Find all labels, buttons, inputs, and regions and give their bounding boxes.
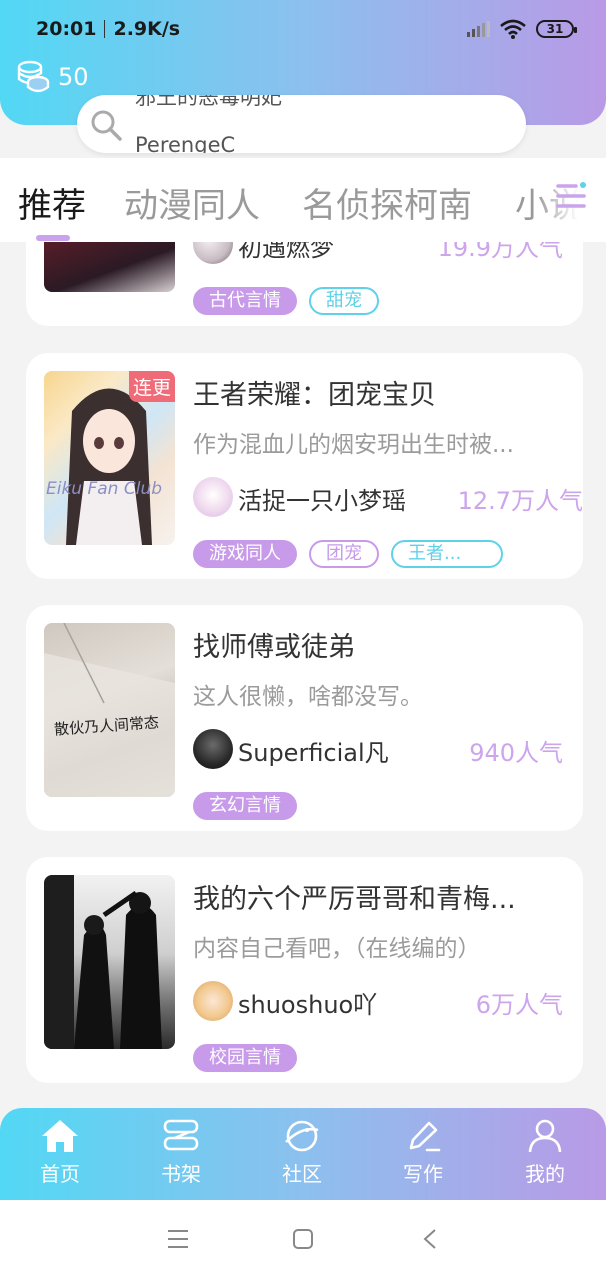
nav-profile[interactable]: 我的 bbox=[505, 1118, 585, 1187]
nav-label: 社区 bbox=[282, 1162, 322, 1186]
book-cover[interactable]: Eiku Fan Club 连更 bbox=[44, 371, 175, 545]
status-bar: 20:01 2.9K/s 31 bbox=[0, 0, 606, 58]
book-title[interactable]: 王者荣耀：团宠宝贝 bbox=[193, 373, 436, 412]
active-tab-indicator bbox=[36, 235, 70, 241]
popularity: 19.9万人气 bbox=[437, 242, 563, 262]
coin-balance[interactable]: 50 bbox=[16, 60, 89, 94]
search-icon bbox=[91, 110, 122, 141]
book-list: 初遇燃梦 19.9万人气 古代言情 甜宠 Eiku Fan Club 连更 王者… bbox=[0, 242, 606, 1106]
home-square-icon[interactable] bbox=[292, 1228, 314, 1250]
nav-label: 书架 bbox=[161, 1162, 201, 1186]
bottom-navigation: 首页 书架 社区 写作 我的 bbox=[0, 1108, 606, 1200]
tab-anime-fanfic[interactable]: 动漫同人 bbox=[124, 178, 260, 227]
status-speed: 2.9K/s bbox=[113, 18, 181, 40]
book-cover[interactable] bbox=[44, 875, 175, 1049]
author-name[interactable]: Superficial凡 bbox=[238, 733, 389, 768]
back-icon[interactable] bbox=[422, 1228, 438, 1250]
author-row: 活捉一只小梦瑶 12.7万人气 bbox=[193, 477, 583, 517]
tag-list: 玄幻言情 bbox=[193, 792, 297, 820]
signal-icon bbox=[467, 21, 490, 37]
tag[interactable]: 王者... bbox=[391, 540, 503, 568]
wifi-icon bbox=[500, 19, 526, 39]
popularity: 940人气 bbox=[469, 739, 563, 767]
popularity: 6万人气 bbox=[475, 991, 563, 1019]
coin-stack-icon bbox=[17, 60, 50, 93]
book-cover[interactable]: 散伙乃人间常态 bbox=[44, 623, 175, 797]
home-icon bbox=[42, 1120, 78, 1152]
author-row: Superficial凡 940人气 bbox=[193, 729, 563, 769]
search-hint-scroll-2: PerengeC bbox=[135, 133, 236, 153]
tag[interactable]: 古代言情 bbox=[193, 287, 297, 315]
nav-community[interactable]: 社区 bbox=[262, 1118, 342, 1187]
book-card[interactable]: 散伙乃人间常态 找师傅或徒弟 这人很懒，啥都没写。 Superficial凡 9… bbox=[26, 605, 583, 831]
category-tabs: 推荐 动漫同人 名侦探柯南 小说 bbox=[0, 158, 606, 242]
status-time: 20:01 bbox=[36, 18, 97, 40]
book-card[interactable]: 我的六个严厉哥哥和青梅... 内容自己看吧，（在线编的） shuoshuo吖 6… bbox=[26, 857, 583, 1083]
battery-level: 31 bbox=[546, 22, 564, 36]
nav-bookshelf[interactable]: 书架 bbox=[141, 1118, 221, 1187]
tag-list: 校园言情 bbox=[193, 1044, 297, 1072]
nav-label: 写作 bbox=[403, 1162, 443, 1186]
cover-illustration bbox=[44, 875, 162, 1049]
book-description: 这人很懒，啥都没写。 bbox=[193, 684, 423, 710]
update-badge: 连更 bbox=[128, 371, 175, 402]
cover-illustration bbox=[44, 623, 175, 797]
book-description: 内容自己看吧，（在线编的） bbox=[193, 936, 481, 962]
author-row: 初遇燃梦 19.9万人气 bbox=[193, 242, 563, 264]
nav-label: 我的 bbox=[525, 1162, 565, 1186]
bookshelf-icon bbox=[163, 1119, 199, 1151]
search-bar[interactable]: 邪王的恶毒明妃 PerengeC bbox=[77, 95, 526, 153]
author-avatar[interactable] bbox=[193, 981, 233, 1021]
author-name[interactable]: 活捉一只小梦瑶 bbox=[238, 481, 406, 516]
author-avatar[interactable] bbox=[193, 242, 233, 264]
book-title[interactable]: 我的六个严厉哥哥和青梅... bbox=[193, 877, 516, 916]
nav-write[interactable]: 写作 bbox=[383, 1118, 463, 1187]
tag[interactable]: 游戏同人 bbox=[193, 540, 297, 568]
tag[interactable]: 校园言情 bbox=[193, 1044, 297, 1072]
menu-icon[interactable] bbox=[166, 1228, 190, 1250]
tab-menu-icon[interactable] bbox=[556, 180, 588, 214]
book-card[interactable]: Eiku Fan Club 连更 王者荣耀：团宠宝贝 作为混血儿的烟安玥出生时被… bbox=[26, 353, 583, 579]
tab-detective-conan[interactable]: 名侦探柯南 bbox=[302, 178, 472, 227]
tag-list: 游戏同人 团宠 王者... bbox=[193, 540, 503, 568]
tag[interactable]: 玄幻言情 bbox=[193, 792, 297, 820]
search-hint-scroll-1: 邪王的恶毒明妃 bbox=[135, 95, 282, 109]
book-description: 作为混血儿的烟安玥出生时被... bbox=[193, 432, 514, 458]
cover-text: Eiku Fan Club bbox=[46, 479, 163, 499]
system-navigation-bar bbox=[0, 1200, 606, 1280]
author-name[interactable]: 初遇燃梦 bbox=[238, 242, 334, 263]
user-icon bbox=[528, 1119, 562, 1153]
tab-recommend[interactable]: 推荐 bbox=[18, 178, 86, 227]
author-avatar[interactable] bbox=[193, 729, 233, 769]
popularity: 12.7万人气 bbox=[457, 487, 583, 515]
book-cover[interactable] bbox=[44, 242, 175, 292]
pen-icon bbox=[409, 1121, 441, 1152]
battery-icon: 31 bbox=[536, 20, 577, 38]
coin-count: 50 bbox=[58, 63, 89, 91]
tag[interactable]: 甜宠 bbox=[309, 287, 379, 315]
author-name[interactable]: shuoshuo吖 bbox=[238, 985, 377, 1020]
tag[interactable]: 团宠 bbox=[309, 540, 379, 568]
planet-icon bbox=[285, 1120, 319, 1152]
nav-label: 首页 bbox=[40, 1162, 80, 1186]
author-row: shuoshuo吖 6万人气 bbox=[193, 981, 563, 1021]
author-avatar[interactable] bbox=[193, 477, 233, 517]
status-separator bbox=[104, 20, 106, 38]
nav-home[interactable]: 首页 bbox=[20, 1118, 100, 1187]
tag-list: 古代言情 甜宠 bbox=[193, 287, 379, 315]
book-title[interactable]: 找师傅或徒弟 bbox=[193, 625, 355, 664]
book-card[interactable]: 初遇燃梦 19.9万人气 古代言情 甜宠 bbox=[26, 242, 583, 326]
